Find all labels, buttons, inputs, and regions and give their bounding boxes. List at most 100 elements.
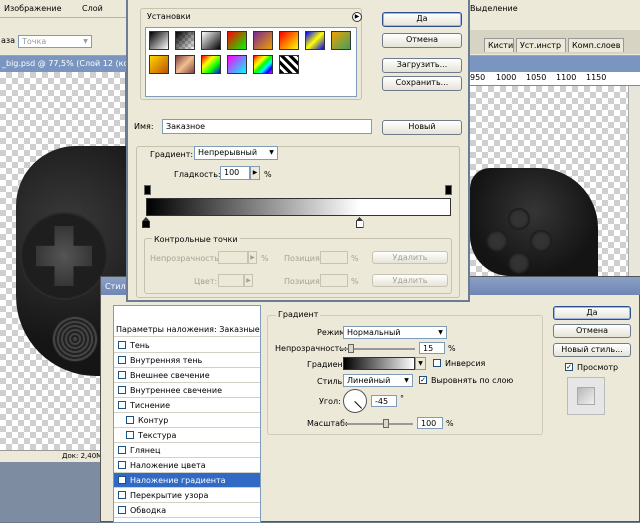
gradient-preset-swatch[interactable] [175,55,195,74]
style-item-checkbox[interactable] [118,356,126,364]
menu-image[interactable]: Изображение [4,4,62,13]
style-item-checkbox[interactable] [118,371,126,379]
style-list-item[interactable]: Внутренняя тень [114,353,260,368]
style-list-item[interactable]: Наложение цвета [114,458,260,473]
scale-track[interactable] [343,423,413,425]
stop-position-input-2[interactable] [320,274,348,287]
align-with-layer-checkbox[interactable]: ✓ [419,376,427,384]
gradient-load-button[interactable]: Загрузить... [382,58,462,73]
gradient-type-select[interactable]: Непрерывный ▼ [194,146,278,160]
angle-input[interactable]: -45 [371,395,397,407]
gradient-preset-swatch[interactable] [201,31,221,50]
stop-opacity-input[interactable] [218,251,248,264]
stop-color-arrow-icon[interactable]: ▶ [244,274,253,287]
gradient-preset-swatch[interactable] [227,55,247,74]
options-mode-select[interactable]: Точка ▼ [18,35,92,48]
gradient-preset-swatch[interactable] [149,55,169,74]
menu-select[interactable]: Выделение [470,4,518,13]
style-item-checkbox[interactable] [118,446,126,454]
smoothness-label: Гладкость: [174,170,221,179]
overlay-mode-value: Нормальный [347,328,401,337]
style-list-item[interactable]: ✓ Наложение градиента [114,473,260,488]
gradient-ok-button[interactable]: Да [382,12,462,27]
tab-tool-presets[interactable]: Уст.инстр [516,38,566,52]
stop-opacity-arrow-icon[interactable]: ▶ [248,251,257,264]
smoothness-input[interactable]: 100 [220,166,250,180]
overlay-style-select[interactable]: Линейный ▼ [343,374,413,387]
gradient-cancel-button[interactable]: Отмена [382,33,462,48]
scale-input[interactable]: 100 [417,417,443,429]
tab-brushes[interactable]: Кисти [484,38,514,52]
gradient-name-input[interactable]: Заказное [162,119,372,134]
blend-options-item[interactable]: Параметры наложения: Заказные [114,322,260,337]
gradient-preset-swatch[interactable] [253,31,273,50]
style-list-item[interactable]: Глянец [114,443,260,458]
face-button [508,252,530,274]
style-list-item[interactable]: Перекрытие узора [114,488,260,503]
gradient-preset-swatch[interactable] [279,55,299,74]
gradient-preset-swatch[interactable] [175,31,195,50]
gradient-type-value: Непрерывный [198,148,258,157]
style-list-item[interactable]: Внешнее свечение [114,368,260,383]
new-style-button[interactable]: Новый стиль... [553,343,631,357]
layer-style-cancel-button[interactable]: Отмена [553,324,631,338]
style-item-label: Контур [138,416,169,425]
style-list-item[interactable]: Тень [114,338,260,353]
vertical-scrollbar[interactable] [628,86,640,276]
gradient-preset-swatch[interactable] [279,31,299,50]
tab-layer-comps[interactable]: Комп.слоев [568,38,624,52]
menu-layer[interactable]: Слой [82,4,103,13]
stop-delete-button-2[interactable]: Удалить [372,274,448,287]
style-list-item[interactable]: Текстура [114,428,260,443]
document-title-bar[interactable]: _big.psd @ 77,5% (Слой 12 (копия [0,56,144,72]
overlay-gradient-dropdown[interactable]: ▼ [415,357,426,370]
gradient-preset-swatch[interactable] [253,55,273,74]
color-stop-fill [356,221,363,227]
style-item-checkbox[interactable] [126,431,134,439]
analog-stick-left [52,316,98,362]
stop-delete-button-1[interactable]: Удалить [372,251,448,264]
stop-color-swatch[interactable] [218,274,244,287]
gradient-new-button[interactable]: Новый [382,120,462,135]
opacity-stop-right[interactable] [445,185,452,195]
preview-checkbox[interactable]: ✓ [565,363,573,371]
layer-style-ok-button[interactable]: Да [553,306,631,320]
document-title-bar-right[interactable] [470,56,640,72]
gradient-preview-bar[interactable] [146,198,451,216]
style-item-checkbox[interactable] [126,416,134,424]
gradient-preset-swatch[interactable] [149,31,169,50]
gradient-preset-swatch[interactable] [305,31,325,50]
overlay-style-label: Стиль: [317,377,345,386]
style-item-checkbox[interactable] [118,461,126,469]
overlay-opacity-slider-handle[interactable] [348,344,354,353]
gradient-save-button[interactable]: Сохранить... [382,76,462,91]
style-list-item[interactable]: Тиснение [114,398,260,413]
opacity-stop-left[interactable] [144,185,151,195]
reverse-checkbox[interactable] [433,359,441,367]
angle-dial[interactable] [343,389,367,413]
overlay-mode-select[interactable]: Нормальный ▼ [343,326,447,339]
presets-menu-icon[interactable]: ▶ [352,12,362,22]
style-item-checkbox[interactable] [118,386,126,394]
gradient-preset-swatch[interactable] [227,31,247,50]
overlay-opacity-input[interactable]: 15 [419,342,445,354]
gradient-preset-swatch[interactable] [201,55,221,74]
gradient-editor-dialog: Установки ▶ Да Отмена Загрузить... Сохра… [126,0,470,302]
gradient-preset-swatch[interactable] [331,31,351,50]
stop-position-input-1[interactable] [320,251,348,264]
scale-slider-handle[interactable] [383,419,389,428]
gradient-type-label: Градиент: [150,150,194,159]
style-list-item[interactable]: Обводка [114,503,260,518]
style-item-checkbox[interactable] [118,401,126,409]
smoothness-unit: % [264,170,272,179]
style-item-label: Обводка [130,506,167,515]
chevron-down-icon: ▼ [269,149,274,156]
style-item-checkbox[interactable] [118,341,126,349]
style-item-checkbox[interactable] [118,506,126,514]
style-item-checkbox[interactable]: ✓ [118,476,126,484]
style-item-checkbox[interactable] [118,491,126,499]
smoothness-arrow-icon[interactable]: ▶ [250,166,260,180]
style-list-item[interactable]: Контур [114,413,260,428]
style-list-item[interactable]: Внутреннее свечение [114,383,260,398]
overlay-gradient-swatch[interactable] [343,357,415,370]
